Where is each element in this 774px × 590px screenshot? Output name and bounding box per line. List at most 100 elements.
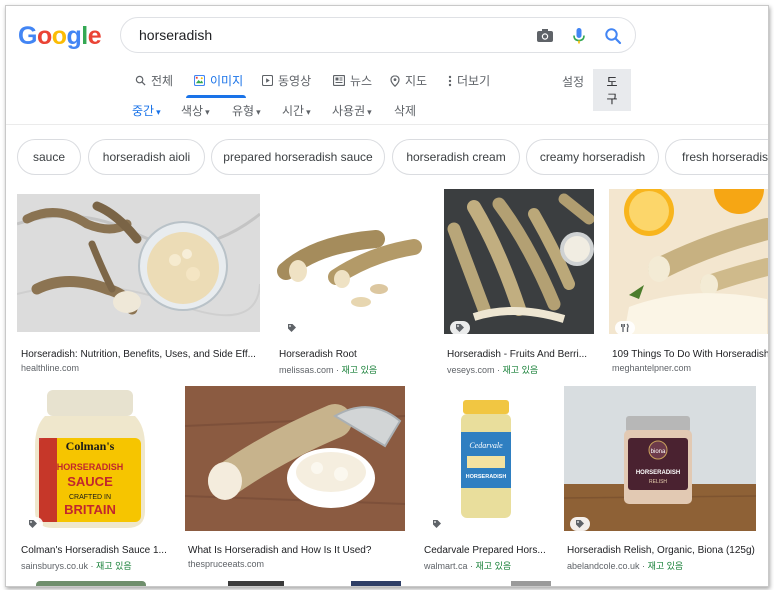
- filter-clear[interactable]: 삭제: [394, 102, 416, 119]
- active-tab-indicator: [186, 95, 246, 98]
- settings-button[interactable]: 설정: [554, 69, 592, 94]
- logo-letter: G: [18, 22, 37, 50]
- jar-label-text: HORSERADISH: [636, 470, 680, 476]
- result-thumbnail[interactable]: [185, 386, 405, 531]
- search-input[interactable]: [137, 26, 521, 44]
- related-chip[interactable]: prepared horseradish sauce: [211, 139, 385, 175]
- result-source: melissas.com · 재고 있음: [279, 363, 429, 376]
- tag-icon: [23, 517, 43, 531]
- filter-time[interactable]: 시간 ▾: [282, 102, 311, 119]
- result-thumbnail[interactable]: biona HORSERADISH RELISH: [564, 386, 756, 531]
- related-chip[interactable]: sauce: [17, 139, 81, 175]
- chevron-down-icon: ▾: [306, 107, 311, 117]
- tools-button[interactable]: 도구: [593, 69, 631, 111]
- stock-status: 재고 있음: [341, 365, 378, 375]
- filter-color[interactable]: 색상 ▾: [181, 102, 210, 119]
- tag-icon: [427, 517, 447, 531]
- result-source: meghantelpner.com: [612, 363, 768, 373]
- jar-label-text: SAUCE: [67, 474, 113, 489]
- result-thumbnail[interactable]: Colman's HORSERADISH SAUCE CRAFTED IN BR…: [17, 386, 170, 531]
- browser-frame: Google 전체 이미지 동영상 뉴스: [5, 5, 769, 587]
- video-icon: [262, 75, 273, 86]
- tab-images[interactable]: 이미지: [194, 72, 243, 89]
- next-row-thumbnail[interactable]: [228, 581, 284, 586]
- tab-all[interactable]: 전체: [135, 72, 173, 89]
- related-chip[interactable]: horseradish aioli: [88, 139, 205, 175]
- search-box: [120, 17, 636, 53]
- jar-label-text: HORSERADISH: [466, 474, 507, 480]
- filter-type[interactable]: 유형 ▾: [232, 102, 261, 119]
- source-domain: healthline.com: [21, 363, 80, 373]
- filter-label: 색상: [181, 104, 204, 118]
- jar-label-text: RELISH: [649, 479, 667, 485]
- next-row-thumbnail[interactable]: [351, 581, 401, 586]
- jar-label-text: Cedarvale: [469, 441, 503, 450]
- related-chip[interactable]: fresh horseradish: [665, 139, 768, 175]
- jar-label-text: biona: [651, 449, 666, 455]
- filter-label: 사용권: [332, 104, 366, 118]
- stock-status: 재고 있음: [502, 365, 539, 375]
- result-thumbnail[interactable]: Cedarvale HORSERADISH: [421, 386, 549, 531]
- source-domain: sainsburys.co.uk ·: [21, 561, 97, 571]
- tab-label: 동영상: [278, 74, 312, 88]
- related-chip[interactable]: horseradish cream: [392, 139, 520, 175]
- tab-label: 전체: [151, 74, 174, 88]
- source-domain: walmart.ca ·: [424, 561, 476, 571]
- tag-icon: [282, 321, 302, 335]
- jar-label-text: Colman's: [66, 439, 115, 453]
- result-thumbnail[interactable]: [17, 194, 260, 332]
- chevron-down-icon: ▾: [205, 107, 210, 117]
- mic-icon[interactable]: [569, 26, 589, 46]
- tab-news[interactable]: 뉴스: [333, 72, 372, 89]
- filter-label: 유형: [232, 104, 255, 118]
- result-title[interactable]: What Is Horseradish and How Is It Used?: [188, 545, 408, 556]
- result-title[interactable]: Colman's Horseradish Sauce 1...: [21, 545, 171, 556]
- result-source: thespruceeats.com: [188, 559, 408, 569]
- camera-icon[interactable]: [535, 26, 555, 46]
- tab-maps[interactable]: 지도: [390, 72, 427, 89]
- result-title[interactable]: Horseradish Root: [279, 349, 429, 360]
- result-title[interactable]: Cedarvale Prepared Hors...: [424, 545, 552, 556]
- next-row-thumbnail[interactable]: [36, 581, 146, 586]
- logo-letter: o: [51, 22, 67, 50]
- source-domain: thespruceeats.com: [188, 559, 265, 569]
- result-source: healthline.com: [21, 363, 259, 373]
- result-source: walmart.ca · 재고 있음: [424, 559, 552, 572]
- source-domain: melissas.com ·: [279, 365, 342, 375]
- jar-label-text: CRAFTED IN: [69, 494, 111, 501]
- result-thumbnail[interactable]: [444, 189, 594, 334]
- source-domain: meghantelpner.com: [612, 363, 692, 373]
- logo-letter: o: [36, 22, 52, 50]
- result-title[interactable]: Horseradish Relish, Organic, Biona (125g…: [567, 545, 759, 556]
- result-thumbnail[interactable]: [609, 189, 768, 334]
- filter-label: 중간: [132, 104, 155, 118]
- result-title[interactable]: Horseradish - Fruits And Berri...: [447, 349, 593, 360]
- logo-letter: g: [66, 22, 82, 50]
- search-icon[interactable]: [603, 26, 623, 46]
- google-logo[interactable]: Google: [18, 22, 102, 51]
- result-source: sainsburys.co.uk · 재고 있음: [21, 559, 171, 572]
- source-domain: abelandcole.co.uk ·: [567, 561, 648, 571]
- result-source: abelandcole.co.uk · 재고 있음: [567, 559, 759, 572]
- image-icon: [194, 75, 205, 86]
- filter-size[interactable]: 중간 ▾: [132, 102, 161, 119]
- filter-label: 시간: [282, 104, 305, 118]
- result-thumbnail[interactable]: [276, 189, 428, 334]
- tab-label: 이미지: [210, 74, 244, 88]
- news-icon: [333, 75, 345, 86]
- tag-icon: [450, 321, 470, 335]
- related-chip[interactable]: creamy horseradish: [526, 139, 659, 175]
- result-source: veseys.com · 재고 있음: [447, 363, 593, 376]
- filter-label: 삭제: [394, 104, 417, 118]
- tab-more[interactable]: 더보기: [448, 72, 490, 89]
- more-icon: [448, 75, 452, 86]
- map-pin-icon: [390, 74, 400, 87]
- chevron-down-icon: ▾: [156, 107, 161, 117]
- jar-label-text: HORSERADISH: [57, 462, 124, 472]
- stock-status: 재고 있음: [647, 561, 684, 571]
- filter-usage-rights[interactable]: 사용권 ▾: [332, 102, 372, 119]
- result-title[interactable]: 109 Things To Do With Horseradish: [612, 349, 768, 360]
- next-row-thumbnail[interactable]: [511, 581, 551, 586]
- result-title[interactable]: Horseradish: Nutrition, Benefits, Uses, …: [21, 349, 259, 360]
- tab-videos[interactable]: 동영상: [262, 72, 311, 89]
